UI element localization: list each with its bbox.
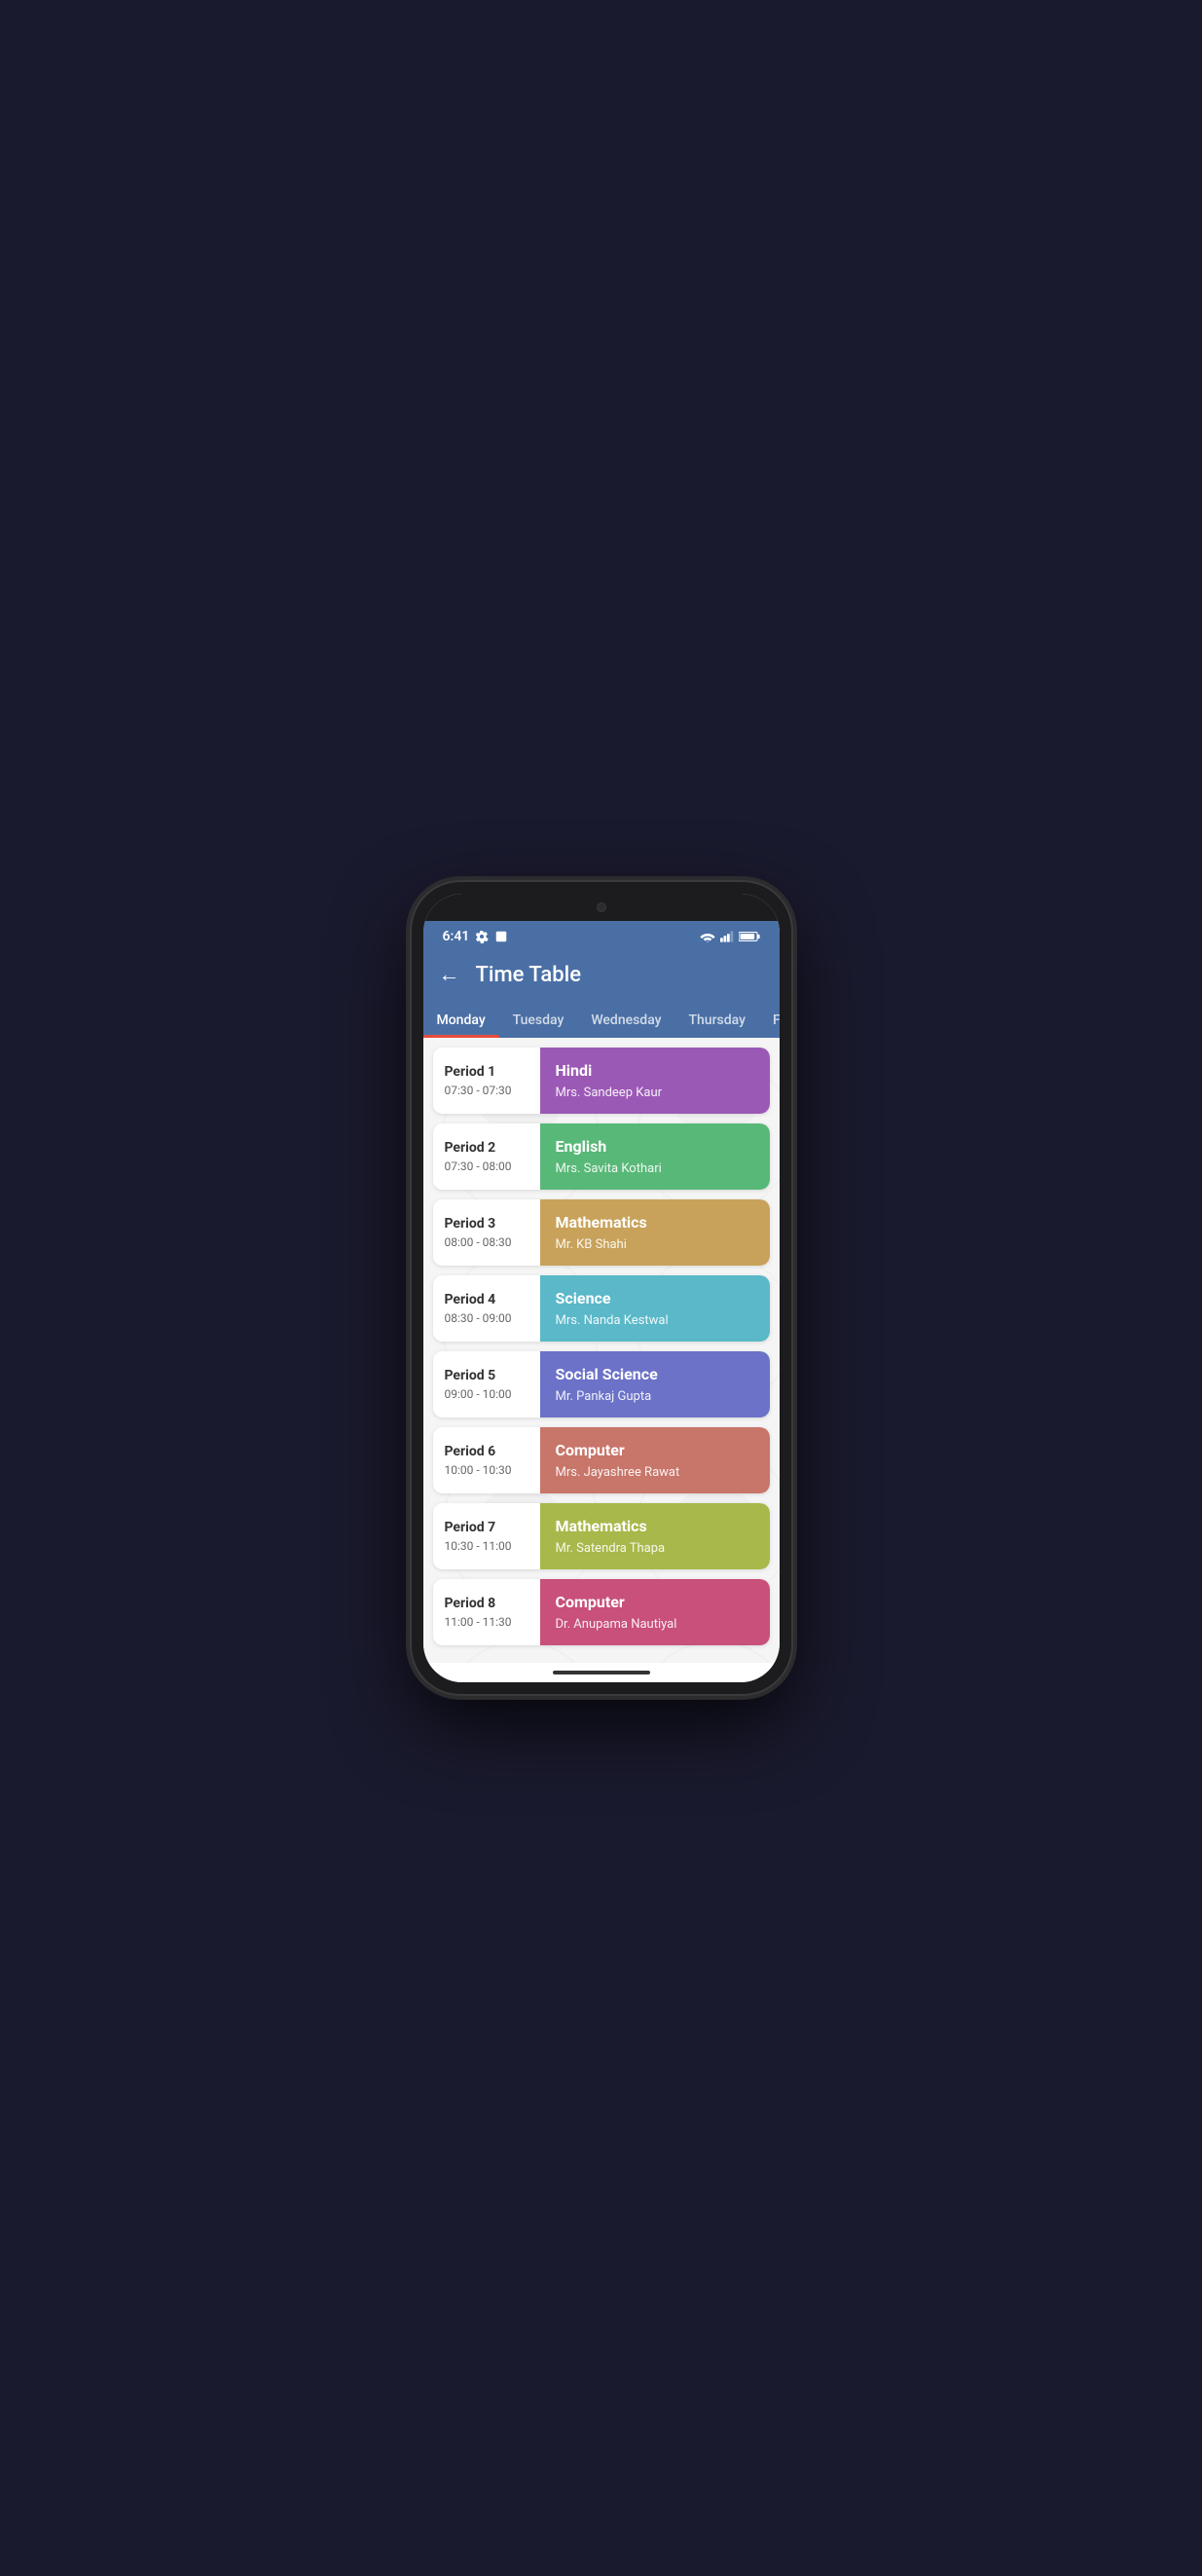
wifi-icon <box>700 931 715 942</box>
app-title: Time Table <box>476 963 582 987</box>
app-bar: ← Time Table <box>423 950 780 1001</box>
period-label: Period 7 <box>445 1520 528 1535</box>
subject-block: Mathematics Mr. KB Shahi <box>540 1199 770 1266</box>
subject-name: Computer <box>556 1593 754 1611</box>
teacher-name: Dr. Anupama Nautiyal <box>556 1617 754 1632</box>
phone-screen: 6:41 <box>423 894 780 1682</box>
period-time: 07:30 - 07:30 <box>445 1084 528 1097</box>
period-time: 10:00 - 10:30 <box>445 1463 528 1477</box>
subject-block: Science Mrs. Nanda Kestwal <box>540 1275 770 1342</box>
gear-icon <box>475 930 489 943</box>
status-time: 6:41 <box>443 929 470 944</box>
period-info: Period 4 08:30 - 09:00 <box>433 1275 540 1342</box>
period-time: 07:30 - 08:00 <box>445 1159 528 1173</box>
period-card: Period 3 08:00 - 08:30 Mathematics Mr. K… <box>433 1199 770 1266</box>
period-label: Period 4 <box>445 1292 528 1307</box>
period-time: 09:00 - 10:00 <box>445 1387 528 1401</box>
timetable-content: Period 1 07:30 - 07:30 Hindi Mrs. Sandee… <box>423 1038 780 1663</box>
period-time: 10:30 - 11:00 <box>445 1539 528 1553</box>
period-label: Period 5 <box>445 1368 528 1383</box>
period-card: Period 6 10:00 - 10:30 Computer Mrs. Jay… <box>433 1427 770 1493</box>
subject-name: Mathematics <box>556 1213 754 1232</box>
subject-name: Mathematics <box>556 1517 754 1535</box>
teacher-name: Mr. Pankaj Gupta <box>556 1389 754 1404</box>
tab-monday[interactable]: Monday <box>423 1001 499 1038</box>
teacher-name: Mrs. Savita Kothari <box>556 1161 754 1176</box>
period-info: Period 7 10:30 - 11:00 <box>433 1503 540 1569</box>
period-label: Period 3 <box>445 1216 528 1232</box>
teacher-name: Mrs. Nanda Kestwal <box>556 1313 754 1328</box>
battery-icon <box>739 931 760 942</box>
period-card: Period 8 11:00 - 11:30 Computer Dr. Anup… <box>433 1579 770 1645</box>
period-info: Period 1 07:30 - 07:30 <box>433 1048 540 1114</box>
tab-friday[interactable]: Fr <box>759 1001 780 1038</box>
period-time: 08:30 - 09:00 <box>445 1311 528 1325</box>
camera-dot <box>597 902 606 912</box>
subject-block: Mathematics Mr. Satendra Thapa <box>540 1503 770 1569</box>
signal-icon <box>720 931 734 942</box>
subject-name: Social Science <box>556 1365 754 1383</box>
tab-tuesday[interactable]: Tuesday <box>499 1001 578 1038</box>
period-label: Period 8 <box>445 1596 528 1611</box>
period-info: Period 5 09:00 - 10:00 <box>433 1351 540 1417</box>
teacher-name: Mr. KB Shahi <box>556 1237 754 1252</box>
period-card: Period 2 07:30 - 08:00 English Mrs. Savi… <box>433 1123 770 1190</box>
subject-block: English Mrs. Savita Kothari <box>540 1123 770 1190</box>
period-card: Period 7 10:30 - 11:00 Mathematics Mr. S… <box>433 1503 770 1569</box>
tab-bar: Monday Tuesday Wednesday Thursday Fr <box>423 1001 780 1038</box>
teacher-name: Mrs. Jayashree Rawat <box>556 1465 754 1480</box>
status-left: 6:41 <box>443 929 509 944</box>
period-label: Period 1 <box>445 1064 528 1080</box>
subject-block: Social Science Mr. Pankaj Gupta <box>540 1351 770 1417</box>
subject-block: Computer Dr. Anupama Nautiyal <box>540 1579 770 1645</box>
period-time: 11:00 - 11:30 <box>445 1615 528 1629</box>
square-icon <box>494 930 508 943</box>
period-card: Period 1 07:30 - 07:30 Hindi Mrs. Sandee… <box>433 1048 770 1114</box>
subject-name: English <box>556 1137 754 1156</box>
period-label: Period 2 <box>445 1140 528 1156</box>
phone-frame: 6:41 <box>412 882 791 1694</box>
status-bar: 6:41 <box>423 921 780 950</box>
period-card: Period 5 09:00 - 10:00 Social Science Mr… <box>433 1351 770 1417</box>
camera-area <box>423 894 780 921</box>
period-info: Period 8 11:00 - 11:30 <box>433 1579 540 1645</box>
subject-name: Science <box>556 1289 754 1307</box>
subject-name: Computer <box>556 1441 754 1459</box>
period-card: Period 4 08:30 - 09:00 Science Mrs. Nand… <box>433 1275 770 1342</box>
teacher-name: Mrs. Sandeep Kaur <box>556 1086 754 1100</box>
home-indicator <box>423 1663 780 1682</box>
tab-wednesday[interactable]: Wednesday <box>577 1001 674 1038</box>
teacher-name: Mr. Satendra Thapa <box>556 1541 754 1556</box>
subject-block: Computer Mrs. Jayashree Rawat <box>540 1427 770 1493</box>
period-info: Period 3 08:00 - 08:30 <box>433 1199 540 1266</box>
tab-thursday[interactable]: Thursday <box>675 1001 759 1038</box>
subject-block: Hindi Mrs. Sandeep Kaur <box>540 1048 770 1114</box>
subject-name: Hindi <box>556 1061 754 1080</box>
home-bar <box>553 1671 650 1674</box>
period-info: Period 6 10:00 - 10:30 <box>433 1427 540 1493</box>
back-button[interactable]: ← <box>439 962 460 987</box>
status-icons <box>700 931 760 942</box>
period-label: Period 6 <box>445 1444 528 1459</box>
period-info: Period 2 07:30 - 08:00 <box>433 1123 540 1190</box>
period-time: 08:00 - 08:30 <box>445 1235 528 1249</box>
